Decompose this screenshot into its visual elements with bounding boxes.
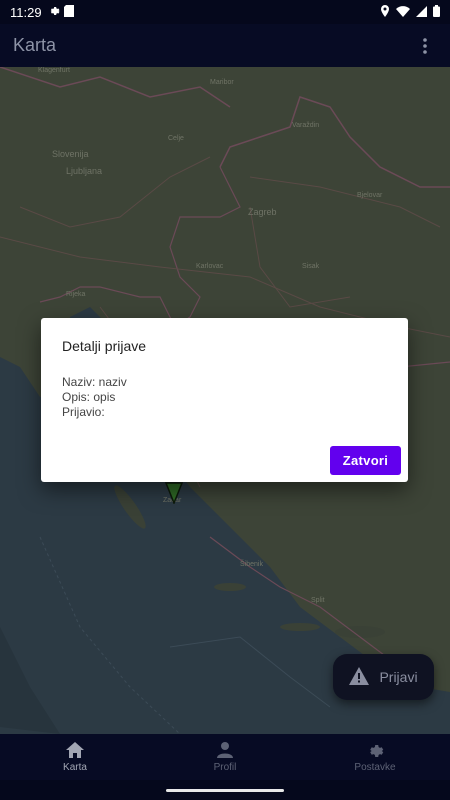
map-label-ljubljana: Ljubljana xyxy=(66,166,103,176)
gesture-bar xyxy=(0,780,450,800)
home-icon xyxy=(66,741,84,760)
map-label-slovenija: Slovenija xyxy=(52,149,89,159)
map-label-sisak: Sisak xyxy=(302,263,320,270)
gear-icon xyxy=(48,5,60,20)
map-label-klagenfurt: Klagenfurt xyxy=(38,67,70,74)
home-indicator[interactable] xyxy=(166,788,284,792)
battery-icon xyxy=(433,4,440,20)
warning-icon xyxy=(349,666,370,688)
map-label-bjelovar: Bjelovar xyxy=(357,192,383,199)
location-icon xyxy=(380,4,390,20)
map-label-rijeka: Rijeka xyxy=(66,291,86,298)
dialog-title: Detalji prijave xyxy=(62,338,147,354)
page-title: Karta xyxy=(13,35,57,55)
wifi-icon xyxy=(396,5,410,20)
map-label-sibenik: Šibenik xyxy=(240,561,263,568)
status-bar: 11:29 xyxy=(0,0,450,24)
sd-card-icon xyxy=(63,4,74,20)
signal-icon xyxy=(416,5,427,20)
report-description: Opis: opis xyxy=(62,390,116,404)
map-label-split: Split xyxy=(311,597,325,604)
map-label-maribor: Maribor xyxy=(210,79,234,86)
more-vert-icon[interactable] xyxy=(413,34,437,58)
map-label-karlovac: Karlovac xyxy=(196,263,224,270)
report-name: Naziv: naziv xyxy=(62,375,127,389)
map-label-varazdin: Varaždin xyxy=(292,122,320,129)
nav-item-karta[interactable]: Karta xyxy=(0,734,150,780)
map-pin-icon[interactable] xyxy=(164,482,184,509)
status-time: 11:29 xyxy=(10,4,42,20)
report-fab[interactable]: Prijavi xyxy=(333,654,434,700)
nav-label-karta: Karta xyxy=(63,761,87,773)
nav-label-profil: Profil xyxy=(213,761,237,773)
nav-label-postavke: Postavke xyxy=(354,761,396,773)
map-label-zagreb: Zagreb xyxy=(248,207,277,217)
close-button[interactable]: Zatvori xyxy=(330,446,401,475)
person-icon xyxy=(217,741,233,760)
nav-item-postavke[interactable]: Postavke xyxy=(300,734,450,780)
app-bar: Karta xyxy=(0,24,450,67)
map-label-celje: Celje xyxy=(168,135,184,142)
gear-icon xyxy=(366,742,384,760)
report-details-dialog: Detalji prijave Naziv: naziv Opis: opis … xyxy=(41,318,408,482)
report-author: Prijavio: xyxy=(62,405,105,419)
fab-label: Prijavi xyxy=(379,669,418,685)
bottom-navigation: Karta Profil Postavke xyxy=(0,734,450,780)
nav-item-profil[interactable]: Profil xyxy=(150,734,300,780)
